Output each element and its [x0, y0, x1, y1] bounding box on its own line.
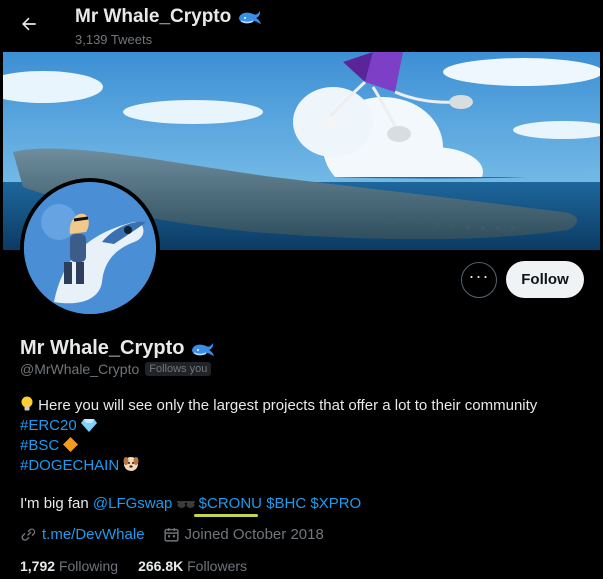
profile-avatar[interactable] [20, 178, 160, 318]
back-button[interactable] [14, 9, 44, 39]
fan-line: I'm big fan @LFGswap $CRONU $BHC $XPRO [20, 495, 361, 512]
arrow-left-icon [22, 17, 36, 31]
cashtag-bhc[interactable]: $BHC [266, 495, 306, 512]
gem-icon [80, 419, 97, 432]
bio-line: Here you will see only the largest proje… [20, 396, 590, 416]
cashtag-cronu[interactable]: $CRONU [199, 495, 262, 512]
top-bar: Mr Whale_Crypto 3,139 Tweets [0, 0, 603, 52]
sunglasses-icon [176, 501, 195, 508]
following-label: Following [58, 558, 119, 574]
followers-label: Followers [187, 558, 248, 574]
highlight-underline [194, 514, 258, 517]
fan-prefix: I'm big fan [20, 495, 89, 512]
handle: @MrWhale_Crypto [20, 361, 140, 377]
followers-stat[interactable]: 266.8K Followers [138, 558, 247, 574]
header-title: Mr Whale_Crypto [75, 6, 232, 27]
follow-button[interactable]: Follow [506, 261, 584, 298]
follow-stats: 1,792 Following 266.8K Followers [20, 558, 247, 574]
cashtag-xpro[interactable]: $XPRO [310, 495, 361, 512]
follows-you-badge: Follows you [145, 362, 212, 376]
avatar-illustration [24, 182, 156, 314]
bio-line: #BSC [20, 436, 590, 456]
header-title-row: Mr Whale_Crypto [75, 6, 263, 28]
joined-date: Joined October 2018 [184, 526, 324, 543]
hashtag-erc20[interactable]: #ERC20 [20, 417, 77, 434]
handle-row: @MrWhale_Crypto Follows you [20, 361, 212, 377]
orange-diamond-icon [63, 437, 79, 452]
tweet-count: 3,139 Tweets [75, 32, 153, 47]
more-options-label: ··· [468, 266, 490, 286]
link-icon [21, 528, 36, 541]
bio-text: Here you will see only the largest proje… [38, 397, 538, 414]
calendar-icon [163, 528, 179, 542]
follow-label: Follow [521, 271, 569, 288]
bio-line: #ERC20 [20, 416, 590, 436]
profile-meta: t.me/DevWhale Joined October 2018 [20, 526, 324, 543]
bio: Here you will see only the largest proje… [20, 396, 590, 476]
whale-icon [239, 11, 262, 24]
hashtag-dogechain[interactable]: #DOGECHAIN [20, 457, 119, 474]
lightbulb-icon [21, 396, 33, 411]
following-count: 1,792 [20, 558, 56, 574]
more-options-button[interactable]: ··· [461, 262, 497, 298]
bio-line: #DOGECHAIN [20, 456, 590, 476]
mention-lfgswap[interactable]: @LFGswap [93, 495, 172, 512]
profile-link[interactable]: t.me/DevWhale [42, 526, 145, 543]
hashtag-bsc[interactable]: #BSC [20, 437, 59, 454]
whale-icon [192, 342, 215, 356]
display-name-row: Mr Whale_Crypto [20, 337, 216, 360]
followers-count: 266.8K [138, 558, 184, 574]
display-name: Mr Whale_Crypto [20, 337, 185, 359]
dog-face-icon [123, 457, 139, 471]
following-stat[interactable]: 1,792 Following [20, 558, 118, 574]
